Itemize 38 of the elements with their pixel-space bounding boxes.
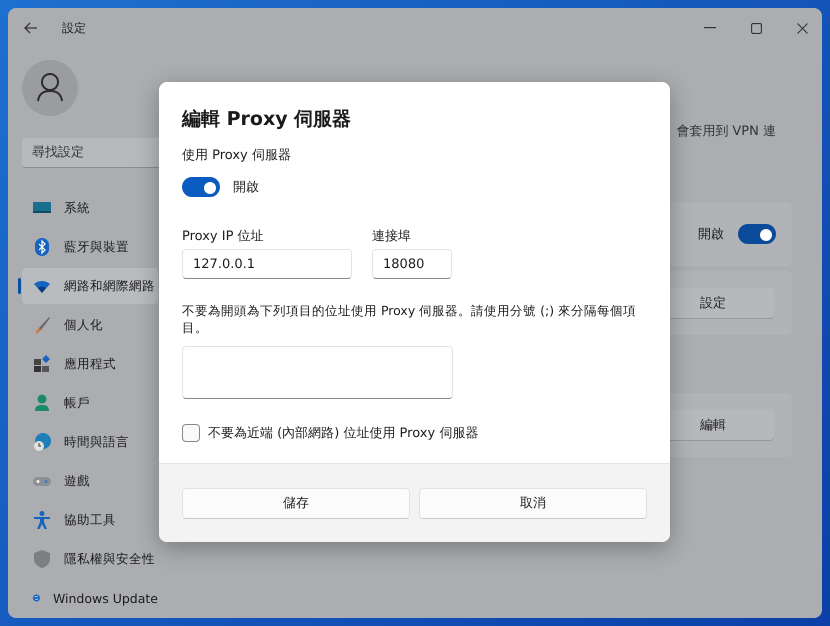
window-title: 設定 xyxy=(62,20,86,36)
sidebar-item[interactable]: 時間與語言 xyxy=(22,424,158,460)
toggle-state: 開啟 xyxy=(233,179,259,196)
field-label: Proxy IP 位址 xyxy=(182,228,265,245)
person-icon xyxy=(33,394,51,412)
apps-icon xyxy=(33,355,51,373)
maximize-icon[interactable] xyxy=(751,22,762,34)
cancel-button[interactable]: 取消 xyxy=(419,488,647,518)
toggle-switch[interactable] xyxy=(738,224,776,244)
description-text: 會套用到 VPN 連 xyxy=(676,123,776,140)
accessibility-icon xyxy=(33,511,51,529)
back-icon[interactable] xyxy=(24,22,38,34)
bluetooth-icon xyxy=(33,238,51,256)
brush-icon xyxy=(33,316,51,334)
avatar-icon xyxy=(22,60,78,116)
sidebar-item[interactable]: 應用程式 xyxy=(22,346,158,382)
sidebar-item[interactable]: 個人化 xyxy=(22,307,158,343)
sidebar-item[interactable]: 協助工具 xyxy=(22,502,158,538)
sidebar-item[interactable]: Windows Update xyxy=(22,580,158,616)
checkbox[interactable] xyxy=(182,424,200,442)
field-label: 不要為開頭為下列項目的位址使用 Proxy 伺服器。請使用分號 (;) 來分隔每個項目。 xyxy=(182,302,638,336)
close-icon[interactable] xyxy=(797,22,808,34)
sidebar-item[interactable]: 遊戲 xyxy=(22,463,158,499)
input-field[interactable]: 127.0.0.1 xyxy=(182,249,352,279)
save-button[interactable]: 儲存 xyxy=(182,488,410,518)
checkbox-label: 不要為近端 (內部網路) 位址使用 Proxy 伺服器 xyxy=(208,425,478,442)
input-field[interactable]: 18080 xyxy=(372,249,452,279)
minimize-icon[interactable] xyxy=(704,27,716,29)
sidebar-item[interactable]: 帳戶 xyxy=(22,385,158,421)
shield-icon xyxy=(33,550,51,568)
toggle-switch[interactable] xyxy=(182,177,220,197)
sidebar-item[interactable]: 隱私權與安全性 xyxy=(22,541,158,577)
globe-clock-icon xyxy=(33,433,51,451)
sidebar-item[interactable]: 藍牙與裝置 xyxy=(22,229,158,265)
sidebar-item[interactable]: 系統 xyxy=(22,190,158,226)
dialog-title: 編輯 Proxy 伺服器 xyxy=(182,107,352,132)
field-label: 連接埠 xyxy=(372,228,412,245)
toggle-state: 開啟 xyxy=(698,226,724,243)
